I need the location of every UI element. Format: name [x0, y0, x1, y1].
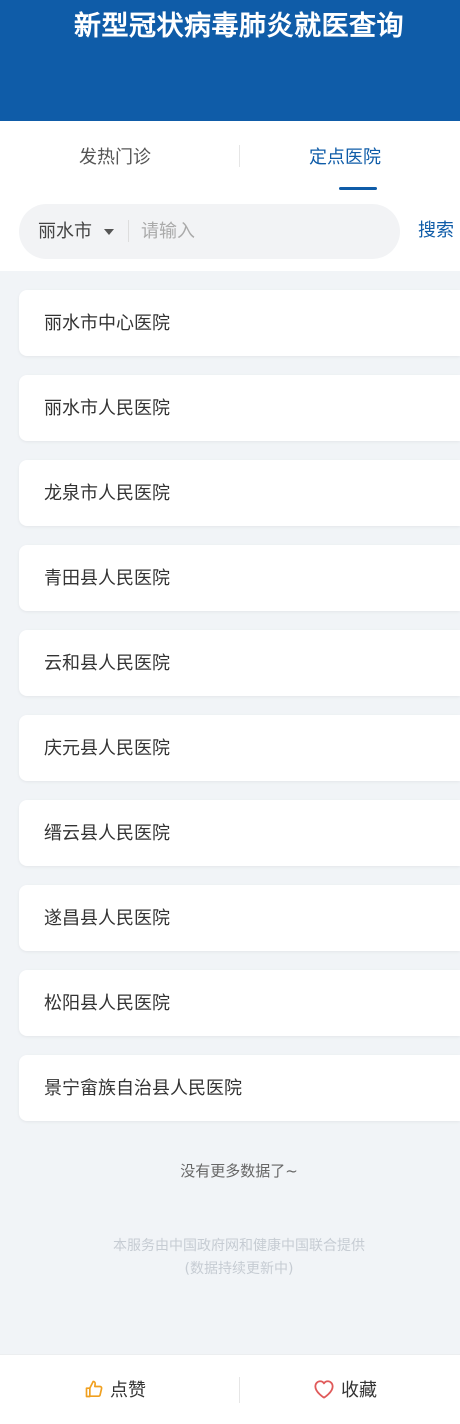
page: 新型冠状病毒肺炎就医查询 发热门诊 定点医院 丽水市 搜索 丽水市中心医院 丽水…	[0, 0, 460, 1424]
provider-note: 本服务由中国政府网和健康中国联合提供 (数据持续更新中)	[0, 1235, 460, 1281]
city-dropdown-label: 丽水市	[38, 221, 92, 242]
hospital-name: 丽水市人民医院	[44, 398, 170, 419]
hospital-name: 遂昌县人民医院	[44, 908, 170, 929]
caret-down-icon	[104, 229, 114, 235]
city-dropdown[interactable]: 丽水市	[19, 204, 129, 259]
heart-icon	[314, 1380, 334, 1399]
favorite-button[interactable]: 收藏	[230, 1355, 460, 1424]
hospital-name: 云和县人民医院	[44, 653, 170, 674]
provider-line-1: 本服务由中国政府网和健康中国联合提供	[113, 1238, 365, 1254]
tab-designated-hospital[interactable]: 定点医院	[230, 121, 460, 191]
hospital-item[interactable]: 丽水市人民医院	[19, 375, 460, 441]
hospital-name: 丽水市中心医院	[44, 313, 170, 334]
thumbs-up-icon	[85, 1380, 103, 1398]
tab-bar: 发热门诊 定点医院	[0, 121, 460, 191]
hospital-item[interactable]: 景宁畲族自治县人民医院	[19, 1055, 460, 1121]
hospital-item[interactable]: 庆元县人民医院	[19, 715, 460, 781]
page-title: 新型冠状病毒肺炎就医查询	[74, 11, 404, 42]
bottom-bar: 点赞 收藏	[0, 1354, 460, 1424]
hospital-item[interactable]: 云和县人民医院	[19, 630, 460, 696]
hospital-item[interactable]: 缙云县人民医院	[19, 800, 460, 866]
search-input[interactable]	[141, 204, 391, 259]
search-button[interactable]: 搜索	[418, 191, 454, 271]
search-divider	[128, 220, 129, 242]
header: 新型冠状病毒肺炎就医查询	[0, 0, 460, 121]
hospital-name: 龙泉市人民医院	[44, 483, 170, 504]
hospital-name: 缙云县人民医院	[44, 823, 170, 844]
hospital-item[interactable]: 遂昌县人民医院	[19, 885, 460, 951]
like-label: 点赞	[110, 1380, 146, 1401]
provider-line-2: (数据持续更新中)	[184, 1261, 294, 1277]
active-tab-indicator	[339, 187, 377, 190]
search-bar: 丽水市 搜索	[0, 191, 460, 271]
favorite-label: 收藏	[341, 1380, 377, 1401]
no-more-data-text: 没有更多数据了~	[180, 1162, 298, 1180]
hospital-name: 庆元县人民医院	[44, 738, 170, 759]
tab-fever-clinic[interactable]: 发热门诊	[0, 121, 230, 191]
hospital-item[interactable]: 龙泉市人民医院	[19, 460, 460, 526]
hospital-item[interactable]: 丽水市中心医院	[19, 290, 460, 356]
hospital-item[interactable]: 松阳县人民医院	[19, 970, 460, 1036]
hospital-name: 青田县人民医院	[44, 568, 170, 589]
hospital-name: 景宁畲族自治县人民医院	[44, 1078, 242, 1099]
hospital-item[interactable]: 青田县人民医院	[19, 545, 460, 611]
hospital-name: 松阳县人民医院	[44, 993, 170, 1014]
like-button[interactable]: 点赞	[0, 1355, 230, 1424]
search-box: 丽水市	[19, 204, 400, 259]
